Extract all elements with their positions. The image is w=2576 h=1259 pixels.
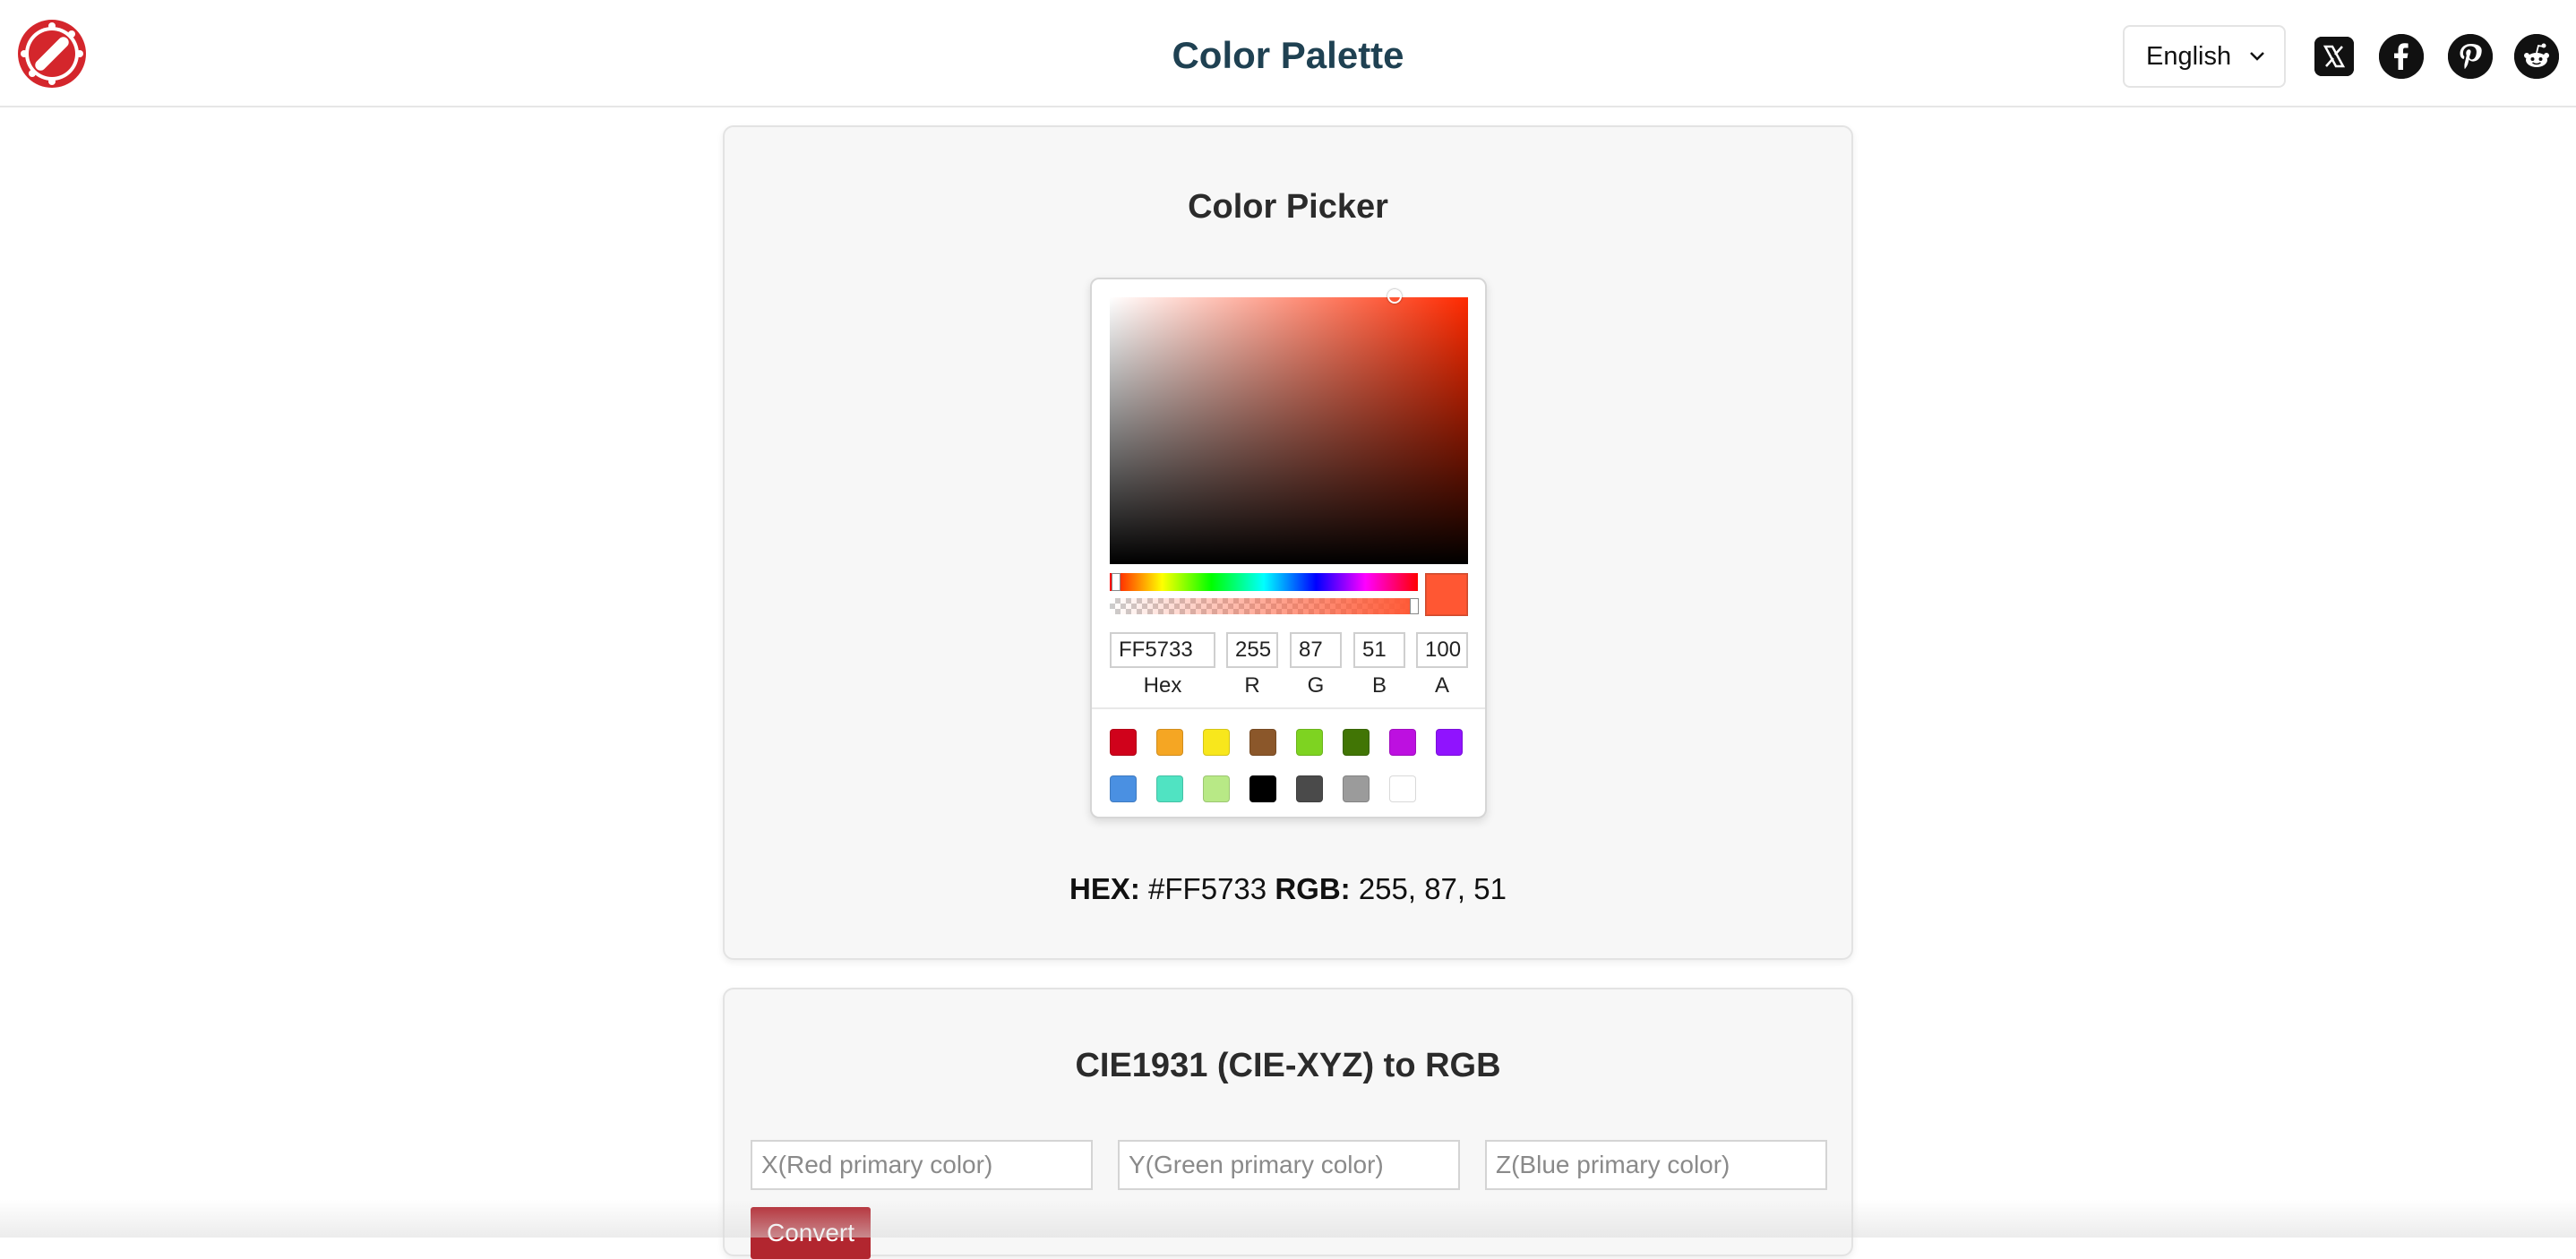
color-swatch[interactable] [1389,729,1416,756]
color-swatch[interactable] [1436,729,1463,756]
current-color-preview [1425,573,1468,616]
xyz-converter-card: CIE1931 (CIE-XYZ) to RGB Convert [723,988,1853,1259]
color-swatch[interactable] [1296,729,1323,756]
hex-readout-value: #FF5733 [1148,872,1267,905]
saturation-cursor[interactable] [1387,289,1402,304]
hex-input[interactable]: FF5733 [1110,632,1215,668]
color-swatch[interactable] [1343,729,1370,756]
hue-slider-handle[interactable] [1112,573,1121,591]
hex-label: Hex [1143,673,1182,698]
alpha-input[interactable]: 100 [1416,632,1468,668]
rgb-readout-label: RGB: [1275,872,1351,905]
color-swatch[interactable] [1156,729,1183,756]
color-swatch[interactable] [1110,729,1137,756]
pinterest-icon[interactable] [2448,34,2493,79]
color-picker-widget: FF5733 255 87 51 100 Hex R G B A [1090,278,1487,818]
alpha-slider-handle[interactable] [1410,598,1419,614]
color-swatch[interactable] [1343,775,1370,802]
alpha-slider[interactable] [1110,598,1418,614]
color-swatch[interactable] [1249,729,1276,756]
convert-button[interactable]: Convert [751,1207,871,1259]
color-swatch[interactable] [1249,775,1276,802]
y-input[interactable] [1118,1140,1460,1190]
reddit-icon[interactable] [2514,34,2559,79]
color-swatch[interactable] [1203,729,1230,756]
z-input[interactable] [1485,1140,1827,1190]
picker-divider [1092,707,1485,709]
color-swatch[interactable] [1389,775,1416,802]
facebook-icon[interactable] [2379,34,2424,79]
color-swatch[interactable] [1296,775,1323,802]
blue-label: B [1371,673,1387,698]
color-swatch[interactable] [1203,775,1230,802]
hue-slider[interactable] [1110,573,1418,591]
green-input[interactable]: 87 [1290,632,1342,668]
green-label: G [1307,673,1325,698]
red-label: R [1244,673,1260,698]
color-swatch[interactable] [1156,775,1183,802]
chevron-down-icon [2246,27,2268,86]
color-picker-title: Color Picker [1188,188,1388,226]
language-select[interactable]: English [2123,25,2286,88]
red-input[interactable]: 255 [1226,632,1278,668]
blue-input[interactable]: 51 [1353,632,1405,668]
site-header: Color Palette English [0,0,2576,107]
hex-readout-label: HEX: [1069,872,1140,905]
x-input[interactable] [751,1140,1093,1190]
color-swatch[interactable] [1110,775,1137,802]
alpha-label: A [1434,673,1449,698]
color-picker-card: Color Picker FF5733 255 87 51 100 Hex R … [723,125,1853,960]
rgb-readout-value: 255, 87, 51 [1358,872,1507,905]
x-icon[interactable] [2314,37,2354,76]
color-readout: HEX: #FF5733 RGB: 255, 87, 51 [725,872,1851,906]
saturation-panel[interactable] [1110,297,1468,564]
xyz-converter-title: CIE1931 (CIE-XYZ) to RGB [1075,1047,1501,1084]
language-select-value: English [2146,42,2232,71]
